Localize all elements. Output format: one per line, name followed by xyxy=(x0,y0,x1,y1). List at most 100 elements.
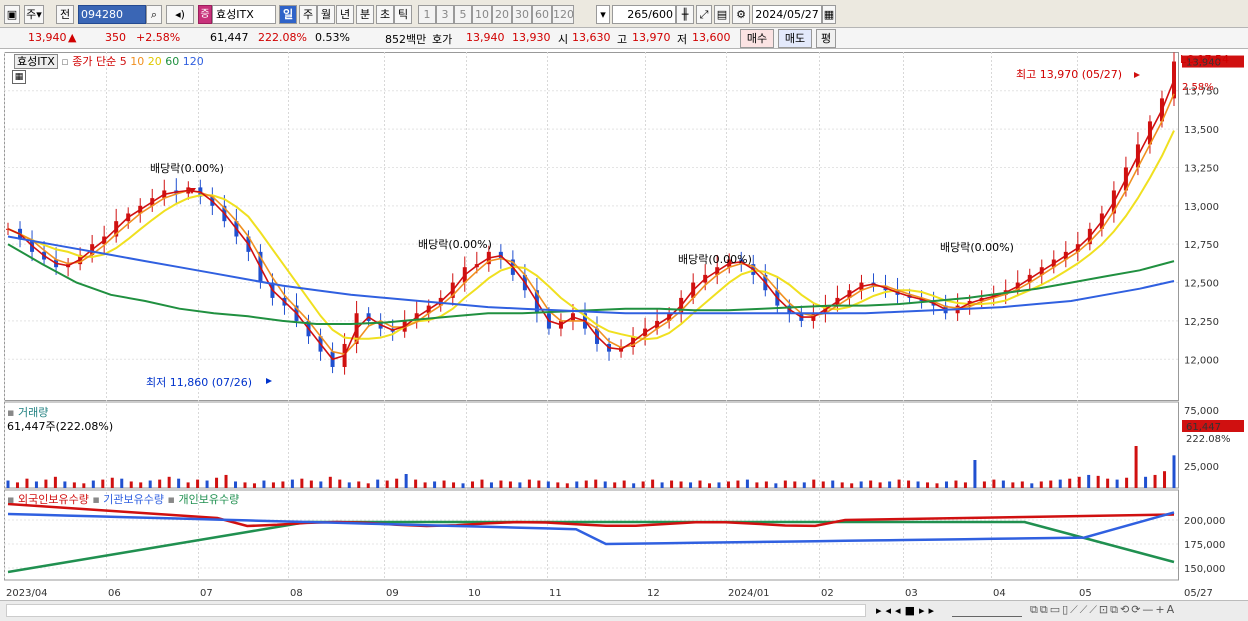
prev-button[interactable]: 전 xyxy=(56,5,74,24)
holding-marker-2: ▪ xyxy=(92,493,100,506)
interval-2-button[interactable]: 5 xyxy=(454,5,472,24)
date-field[interactable]: 2024/05/27 xyxy=(752,5,822,24)
volume-bar xyxy=(613,482,617,488)
volume-value: 61,447 xyxy=(210,31,249,44)
count-value: 265 xyxy=(627,8,649,21)
volume-bar xyxy=(376,479,380,488)
chart-area[interactable]: 2023/04 06 07 08 09 10 11 12 2024/01 02 03 04 05 05/2… xyxy=(4,52,1248,600)
interval-4-button[interactable]: 20 xyxy=(492,5,512,24)
price-axis-label: 12,000 xyxy=(1184,355,1219,366)
volume-bar xyxy=(328,476,332,488)
price-axis-label: 13,500 xyxy=(1184,125,1219,136)
candle-type-icon[interactable]: ╫ xyxy=(676,5,694,24)
volume-bar xyxy=(148,480,152,488)
period-3-button[interactable]: 년 xyxy=(336,5,354,24)
high-annotation: 최고 13,970 (05/27) xyxy=(1016,68,1123,81)
volume-bar xyxy=(831,480,835,488)
legend-foreign: 외국인보유수량 xyxy=(17,493,89,506)
volume-bar xyxy=(1115,479,1119,488)
period-1-button[interactable]: 주 xyxy=(299,5,317,24)
crosshair-icon[interactable]: ⤢ xyxy=(696,5,712,24)
interval-3-button[interactable]: 10 xyxy=(472,5,492,24)
bottom-scroll-bar[interactable]: ▸◂◂■▸▸ ⧉⧉▭▯⟋⟋⟋⊡⧉⟲⟳—+A xyxy=(0,600,1248,621)
volume-bar xyxy=(641,481,645,488)
volume-bar xyxy=(527,479,531,488)
period-5-button[interactable]: 초 xyxy=(376,5,394,24)
save-icon[interactable]: ▤ xyxy=(714,5,730,24)
view-tools[interactable]: ⧉⧉▭▯⟋⟋⟋⊡⧉⟲⟳—+A xyxy=(1030,603,1176,617)
ask-label: 호가 xyxy=(432,33,453,46)
period-2-button[interactable]: 월 xyxy=(317,5,335,24)
open-price: 13,630 xyxy=(572,31,611,44)
volume-bar xyxy=(82,483,86,488)
volume-bar xyxy=(1068,478,1072,488)
holding-marker-3: ▪ xyxy=(167,493,175,506)
legend-marker: ▫ xyxy=(61,55,69,68)
volume-bar xyxy=(546,481,550,488)
buy-button[interactable]: 매수 xyxy=(740,29,774,48)
volume-bar xyxy=(6,480,10,488)
eval-button[interactable]: 평 xyxy=(816,29,836,48)
ask-price: 13,940 xyxy=(466,31,505,44)
current-price: 13,940 xyxy=(28,31,67,44)
toolbar: ▣ 주▾ 전 094280 ⌕ ◂) 증 효성ITX 일주월년분초틱 1 3 5 10… xyxy=(0,0,1248,28)
volume-bar xyxy=(442,480,446,488)
x-axis-label: 12 xyxy=(647,588,660,599)
volume-bar xyxy=(565,483,569,488)
interval-7-button[interactable]: 120 xyxy=(552,5,574,24)
grid-toggle-icon[interactable]: ▦ xyxy=(12,70,26,84)
volume-bar xyxy=(53,476,57,488)
legend-ma120: 120 xyxy=(182,55,204,68)
playback-controls[interactable]: ▸◂◂■▸▸ xyxy=(876,604,938,617)
interval-6-button[interactable]: 60 xyxy=(532,5,552,24)
stock-chart-svg[interactable]: 2023/04 06 07 08 09 10 11 12 2024/01 02 03 04 05 05/2… xyxy=(4,52,1248,600)
volume-bar xyxy=(385,480,389,488)
interval-0-button[interactable]: 1 xyxy=(418,5,436,24)
price-axis-label: 12,750 xyxy=(1184,240,1219,251)
period-6-button[interactable]: 틱 xyxy=(394,5,412,24)
volume-bar xyxy=(992,479,996,488)
volume-bar xyxy=(926,482,930,488)
period-4-button[interactable]: 분 xyxy=(356,5,374,24)
volume-bar xyxy=(907,480,911,488)
count-field[interactable]: 265/600 xyxy=(612,5,676,24)
price-panel-frame xyxy=(4,52,1179,401)
volume-bar xyxy=(1172,455,1176,488)
volume-bar xyxy=(575,481,579,488)
calendar-icon[interactable]: ▦ xyxy=(822,5,836,24)
volume-bar xyxy=(1049,480,1053,488)
interval-1-button[interactable]: 3 xyxy=(436,5,454,24)
scroll-track[interactable] xyxy=(6,604,866,617)
volume-bar xyxy=(357,481,361,488)
speaker-icon[interactable]: ◂) xyxy=(166,5,194,24)
market-select[interactable]: 주▾ xyxy=(24,5,44,24)
volume-axis-label: 75,000 xyxy=(1184,406,1219,417)
volume-bar xyxy=(423,482,427,488)
volume-bar xyxy=(404,474,408,488)
volume-bar xyxy=(347,482,351,488)
interval-5-button[interactable]: 30 xyxy=(512,5,532,24)
stock-type-badge: 증 xyxy=(198,5,212,24)
x-axis-label: 10 xyxy=(468,588,481,599)
stock-code-input[interactable]: 094280 xyxy=(78,5,146,24)
volume-bar xyxy=(973,460,977,488)
volume-bar xyxy=(120,478,124,488)
sell-button[interactable]: 매도 xyxy=(778,29,812,48)
volume-bar xyxy=(290,479,294,488)
layout-icon[interactable]: ▣ xyxy=(4,5,20,24)
search-icon[interactable]: ⌕ xyxy=(146,5,162,24)
volume-bar xyxy=(679,481,683,488)
settings-icon[interactable]: ⚙ xyxy=(732,5,750,24)
volume-bar xyxy=(461,483,465,488)
market-label: 주 xyxy=(26,8,37,21)
volume-bar xyxy=(651,479,655,488)
volume-last-pct: 222.08% xyxy=(1186,434,1231,445)
period-0-button[interactable]: 일 xyxy=(279,5,297,24)
legend-ma10: 10 xyxy=(130,55,145,68)
zoom-slider[interactable] xyxy=(952,604,1022,617)
interval-dropdown[interactable]: ▾ xyxy=(596,5,610,24)
legend-stock-name[interactable]: 효성ITX xyxy=(14,54,58,69)
stock-name-field[interactable]: 효성ITX xyxy=(212,5,276,24)
volume-bar xyxy=(660,482,664,488)
volume-bar xyxy=(840,482,844,488)
